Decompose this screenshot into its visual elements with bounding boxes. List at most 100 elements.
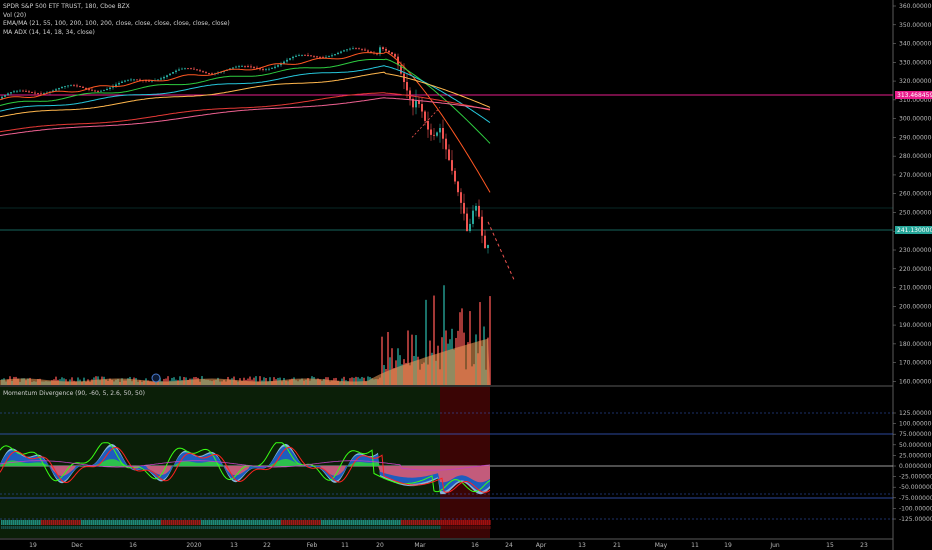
squeeze-dot — [447, 520, 449, 525]
oscillator-label[interactable]: Momentum Divergence (90, -60, 5, 2.6, 50… — [3, 390, 145, 397]
symbol-title[interactable]: SPDR S&P 500 ETF TRUST, 180, Cboe BZX — [3, 3, 230, 12]
time-tick-label: 16 — [129, 542, 137, 549]
squeeze-dot — [481, 520, 483, 525]
squeeze-dot — [29, 520, 31, 525]
candle-body — [40, 93, 42, 95]
candle-body — [34, 92, 36, 94]
squeeze-dot-row2 — [461, 526, 463, 529]
squeeze-dot-row2 — [293, 526, 295, 529]
squeeze-dot — [389, 520, 391, 525]
squeeze-dot-row2 — [475, 526, 477, 529]
candle-body — [262, 69, 264, 70]
squeeze-dot-row2 — [347, 526, 349, 529]
squeeze-dot — [137, 520, 139, 525]
squeeze-dot — [93, 520, 95, 525]
candle-body — [382, 47, 384, 49]
squeeze-dot — [369, 520, 371, 525]
squeeze-dot — [245, 520, 247, 525]
squeeze-dot — [471, 520, 473, 525]
squeeze-dot — [207, 520, 209, 525]
squeeze-dot — [229, 520, 231, 525]
squeeze-dot-row2 — [453, 526, 455, 529]
squeeze-dot-row2 — [379, 526, 381, 529]
squeeze-dot-row2 — [471, 526, 473, 529]
candle-body — [439, 128, 441, 133]
squeeze-dot — [231, 520, 233, 525]
trading-chart[interactable]: 360.00000000 350.00000000 340.00000000 330.… — [0, 0, 932, 550]
candle-body — [124, 80, 126, 82]
squeeze-dot — [379, 520, 381, 525]
time-tick-label: 20 — [376, 542, 384, 549]
squeeze-dot — [195, 520, 197, 525]
squeeze-dot — [153, 520, 155, 525]
squeeze-dot-row2 — [373, 526, 375, 529]
squeeze-dot — [459, 520, 461, 525]
squeeze-dot-row2 — [157, 526, 159, 529]
squeeze-dot-row2 — [451, 526, 453, 529]
squeeze-dot — [323, 520, 325, 525]
squeeze-dot — [133, 520, 135, 525]
squeeze-dot-row2 — [307, 526, 309, 529]
squeeze-dot — [111, 520, 113, 525]
squeeze-dot — [77, 520, 79, 525]
candle-body — [406, 82, 408, 91]
time-tick-label: 22 — [263, 542, 271, 549]
squeeze-dot — [433, 520, 435, 525]
squeeze-dot — [259, 520, 261, 525]
squeeze-dot — [13, 520, 15, 525]
squeeze-dot-row2 — [357, 526, 359, 529]
osc-bg-bear — [440, 387, 490, 538]
vol-indicator-label[interactable]: Vol (20) — [3, 12, 230, 21]
squeeze-dot — [281, 520, 283, 525]
candle-body — [475, 205, 477, 211]
squeeze-dot — [425, 520, 427, 525]
squeeze-dot — [465, 520, 467, 525]
squeeze-dot-row2 — [233, 526, 235, 529]
squeeze-dot-row2 — [159, 526, 161, 529]
squeeze-dot — [415, 520, 417, 525]
ema-indicator-label[interactable]: EMA/MA (21, 55, 100, 200, 100, 200, clos… — [3, 20, 230, 29]
squeeze-dot-row2 — [127, 526, 129, 529]
squeeze-dot-row2 — [223, 526, 225, 529]
squeeze-dot — [463, 520, 465, 525]
squeeze-dot — [391, 520, 393, 525]
squeeze-dot — [203, 520, 205, 525]
squeeze-dot — [201, 520, 203, 525]
candle-body — [106, 88, 108, 91]
squeeze-dot-row2 — [435, 526, 437, 529]
squeeze-dot-row2 — [231, 526, 233, 529]
squeeze-dot-row2 — [243, 526, 245, 529]
candle-body — [235, 66, 237, 68]
squeeze-dot-row2 — [25, 526, 27, 529]
osc-tick-label: 0.00000000 — [899, 463, 932, 470]
squeeze-dot — [431, 520, 433, 525]
squeeze-dot-row2 — [17, 526, 19, 529]
squeeze-dot — [243, 520, 245, 525]
squeeze-dot-row2 — [427, 526, 429, 529]
squeeze-dot-row2 — [193, 526, 195, 529]
squeeze-dot-row2 — [341, 526, 343, 529]
time-tick-label: 19 — [724, 542, 732, 549]
squeeze-dot — [191, 520, 193, 525]
squeeze-dot — [461, 520, 463, 525]
candle-body — [316, 56, 318, 58]
candle-body — [136, 79, 138, 81]
candle-body — [328, 56, 330, 58]
squeeze-dot-row2 — [273, 526, 275, 529]
time-tick-label: 2020 — [186, 542, 201, 549]
squeeze-dot-row2 — [279, 526, 281, 529]
squeeze-dot — [75, 520, 77, 525]
squeeze-dot — [155, 520, 157, 525]
candle-body — [391, 52, 393, 55]
candle-body — [115, 84, 117, 87]
squeeze-dot — [165, 520, 167, 525]
squeeze-dot-row2 — [75, 526, 77, 529]
candle-body — [199, 70, 201, 72]
squeeze-dot — [287, 520, 289, 525]
candle-body — [427, 120, 429, 130]
squeeze-dot-row2 — [479, 526, 481, 529]
adx-indicator-label[interactable]: MA ADX (14, 14, 18, 34, close) — [3, 29, 230, 38]
time-tick-label: Dec — [71, 542, 83, 549]
squeeze-dot-row2 — [365, 526, 367, 529]
squeeze-dot-row2 — [271, 526, 273, 529]
